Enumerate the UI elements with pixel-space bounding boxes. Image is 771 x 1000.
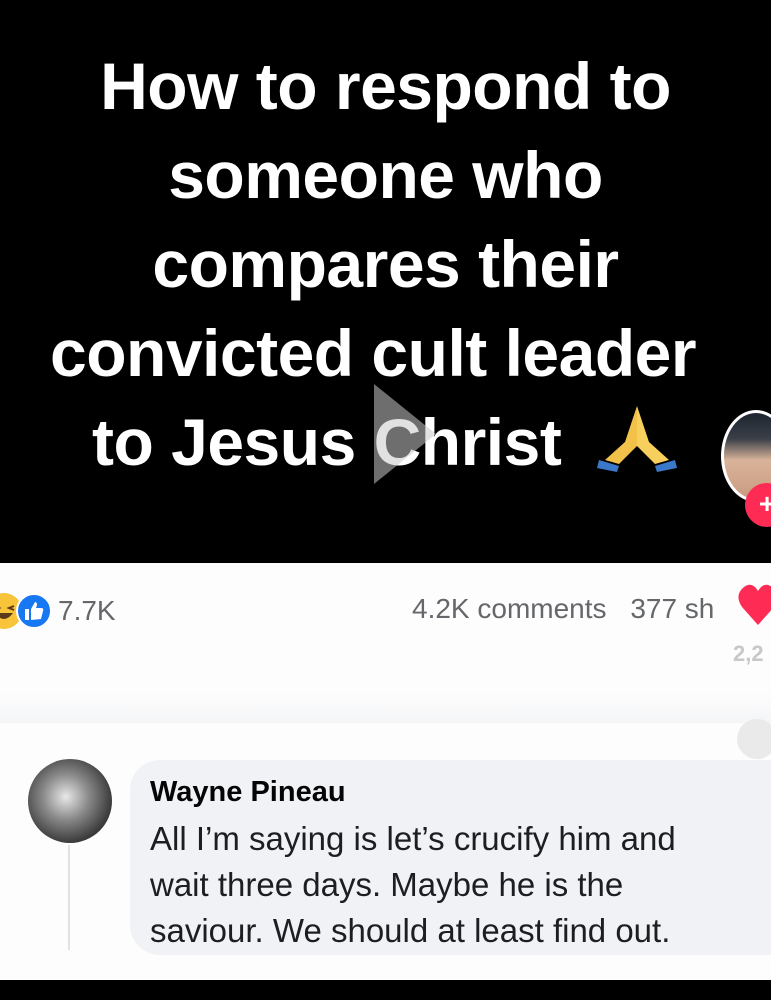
reaction-count: 7.7K: [58, 595, 116, 626]
commenter-avatar[interactable]: [28, 759, 112, 843]
folded-hands-icon: [597, 402, 678, 494]
comment-text: All I’m saying is let’s crucify him and …: [150, 816, 760, 954]
comment-author[interactable]: Wayne Pineau: [150, 776, 346, 809]
comment-text-line-1: All I’m saying is let’s crucify him and: [150, 820, 676, 857]
headline-line-2: someone who: [168, 138, 603, 212]
side-like-count: 2,2: [733, 641, 764, 666]
play-icon[interactable]: [370, 378, 440, 490]
post-panel: 7.7K 4.2K comments 377 sh 2,2 27 7 Wayne…: [0, 563, 771, 980]
divider: [0, 693, 771, 723]
reactions-summary[interactable]: 7.7K: [0, 588, 116, 634]
thread-line: [68, 845, 70, 950]
video-player[interactable]: How to respond to someone who compares t…: [0, 0, 771, 563]
like-reaction-icon: [16, 593, 52, 629]
comments-shares-summary: 4.2K comments 377 sh: [412, 593, 714, 625]
comment-bubble-icon[interactable]: [737, 719, 771, 759]
heart-icon[interactable]: [738, 579, 771, 629]
headline-line-1: How to respond to: [100, 49, 671, 123]
bottom-bar: [0, 980, 771, 1000]
shares-count-link[interactable]: 377 sh: [630, 593, 714, 624]
headline-line-3: compares their: [152, 227, 619, 301]
headline-line-5: to Jesus Christ: [92, 405, 562, 479]
comment-text-line-2: wait three days. Maybe he is the: [150, 866, 624, 903]
comment-text-line-3: saviour. We should at least find out.: [150, 912, 671, 949]
comments-count-link[interactable]: 4.2K comments: [412, 593, 607, 624]
